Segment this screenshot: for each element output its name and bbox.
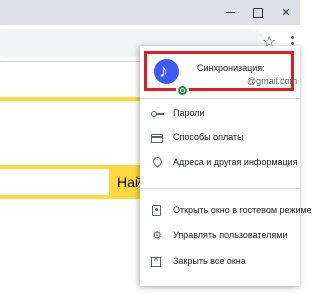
dot-icon (290, 35, 294, 39)
menu-item-label: Открыть окно в гостевом режиме (173, 205, 312, 215)
gear-icon: ⚙ (152, 230, 162, 242)
menu-item-passwords[interactable]: Пароли (140, 103, 300, 125)
account-email: @gmail.com (247, 76, 298, 86)
yellow-divider (0, 97, 145, 101)
guest-icon (151, 205, 163, 217)
search-input[interactable] (0, 165, 109, 199)
menu-item-close-all-windows[interactable]: Закрыть все окна (140, 251, 300, 273)
menu-divider (140, 188, 300, 189)
key-icon (151, 108, 164, 120)
credit-card-icon (151, 132, 163, 144)
browser-title-bar: ✕ (0, 0, 300, 25)
menu-item-addresses[interactable]: Адреса и другая информация (140, 152, 300, 174)
profile-avatar: ♪ (154, 59, 179, 84)
minimize-button[interactable] (216, 0, 244, 25)
menu-item-label: Способы оплаты (173, 132, 244, 142)
menu-item-label: Закрыть все окна (173, 256, 246, 266)
close-window-button[interactable]: ✕ (272, 0, 300, 25)
menu-item-label: Пароли (173, 108, 205, 118)
sync-status-icon (176, 84, 189, 97)
menu-item-payment-methods[interactable]: Способы оплаты (140, 127, 300, 149)
location-pin-icon (151, 157, 163, 169)
menu-divider (140, 98, 300, 99)
sync-account-item[interactable]: ♪ Синхронизация: @gmail.com (144, 51, 298, 97)
menu-item-guest-window[interactable]: Открыть окно в гостевом режиме (140, 200, 312, 222)
window-controls: ✕ (216, 0, 300, 25)
maximize-button[interactable] (244, 0, 272, 25)
menu-item-label: Адреса и другая информация (173, 157, 298, 167)
close-windows-icon (151, 254, 163, 268)
menu-item-manage-users[interactable]: ⚙ Управлять пользователями (140, 225, 300, 247)
chrome-dropdown-menu: ♪ Синхронизация: @gmail.com Пароли Спосо… (140, 46, 312, 286)
dot-icon (290, 41, 294, 45)
music-note-icon: ♪ (159, 61, 168, 81)
sync-title: Синхронизация: (197, 63, 265, 73)
menu-item-label: Управлять пользователями (173, 230, 288, 240)
